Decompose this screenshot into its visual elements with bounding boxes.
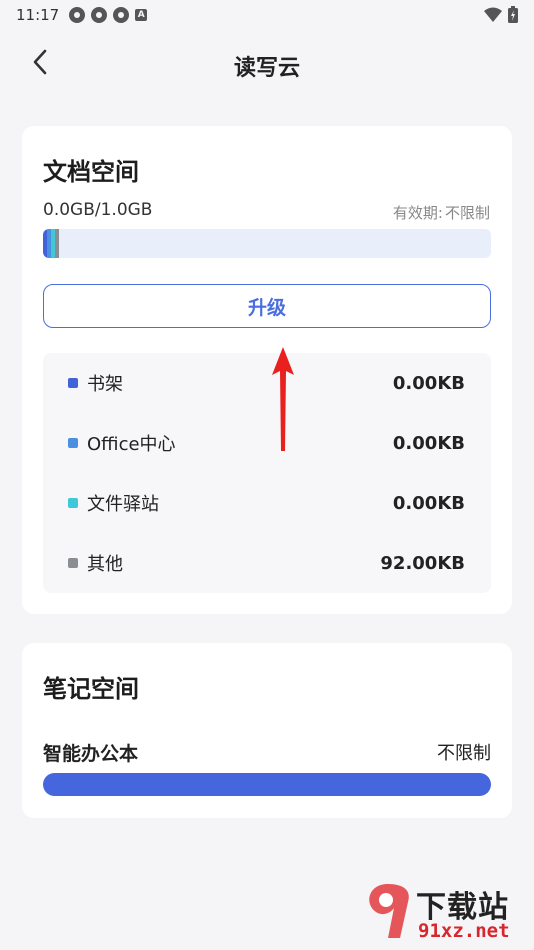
legend-dot <box>68 438 78 448</box>
note-space-title: 笔记空间 <box>43 675 139 703</box>
header: 读写云 <box>0 30 534 96</box>
wifi-icon <box>484 7 502 22</box>
upgrade-button[interactable]: 升级 <box>43 284 491 328</box>
note-item-row: 智能办公本 不限制 <box>43 739 491 769</box>
watermark-logo-icon <box>369 884 409 938</box>
breakdown-label: Office中心 <box>87 434 176 455</box>
storage-usage: 0.0GB/1.0GB <box>43 200 153 220</box>
storage-progress-bar <box>43 229 491 258</box>
a-notification-icon: A <box>135 9 148 21</box>
legend-dot <box>68 558 78 568</box>
breakdown-label: 文件驿站 <box>87 494 159 515</box>
site-watermark: 下载站 91xz.net <box>358 880 528 948</box>
status-bar: 11:17 A <box>0 0 534 30</box>
breakdown-value: 0.00KB <box>392 372 465 394</box>
doc-space-card: 文档空间 0.0GB/1.0GB 有效期: 不限制 升级 书架 0.00KB Of… <box>22 126 512 614</box>
system-icons <box>484 6 518 23</box>
validity: 有效期: 不限制 <box>393 202 490 223</box>
app-notification-icon <box>69 7 86 23</box>
validity-value: 不限制 <box>444 204 490 222</box>
breakdown-row-bookshelf[interactable]: 书架 0.00KB <box>43 353 491 413</box>
validity-label: 有效期: <box>392 204 443 222</box>
breakdown-row-file-station[interactable]: 文件驿站 0.00KB <box>43 473 491 533</box>
breakdown-row-office[interactable]: Office中心 0.00KB <box>43 413 491 473</box>
watermark-url: 91xz.net <box>418 920 510 942</box>
note-item-value: 不限制 <box>437 743 491 764</box>
breakdown-label: 其他 <box>87 554 123 575</box>
breakdown-row-other[interactable]: 其他 92.00KB <box>43 533 491 593</box>
app-notification-icon <box>91 7 108 23</box>
breakdown-label: 书架 <box>87 374 123 395</box>
breakdown-value: 0.00KB <box>392 432 465 454</box>
storage-breakdown-list: 书架 0.00KB Office中心 0.00KB 文件驿站 0.00KB 其他… <box>43 353 491 593</box>
doc-space-title: 文档空间 <box>43 158 139 186</box>
app-notification-icon <box>113 7 130 23</box>
breakdown-value: 92.00KB <box>380 552 465 574</box>
note-storage-bar <box>43 773 491 796</box>
page-title: 读写云 <box>233 56 300 81</box>
legend-dot <box>68 378 78 388</box>
notification-icons: A <box>69 7 148 23</box>
battery-icon <box>508 6 518 23</box>
status-time: 11:17 <box>16 6 60 24</box>
note-space-card: 笔记空间 智能办公本 不限制 <box>22 643 512 818</box>
breakdown-value: 0.00KB <box>392 492 465 514</box>
note-item-label: 智能办公本 <box>43 743 139 765</box>
legend-dot <box>68 498 78 508</box>
progress-segment-other <box>55 229 59 258</box>
annotation-arrow-icon <box>272 347 294 451</box>
